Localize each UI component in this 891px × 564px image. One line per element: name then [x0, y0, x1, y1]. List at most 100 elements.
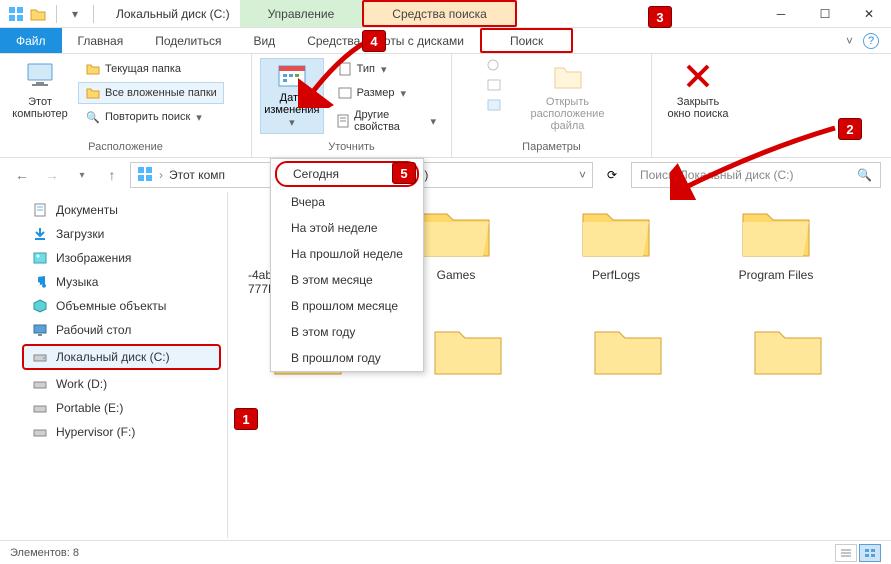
- breadcrumb-this-pc[interactable]: Этот комп: [169, 168, 225, 182]
- forward-button[interactable]: →: [40, 163, 64, 187]
- search-icon: 🔍: [857, 168, 872, 182]
- folder-item[interactable]: [568, 320, 688, 386]
- callout-3: 3: [648, 6, 672, 28]
- up-button[interactable]: ↑: [100, 163, 124, 187]
- back-button[interactable]: ←: [10, 163, 34, 187]
- drive-icon: [32, 349, 48, 365]
- date-modified-menu: Сегодня Вчера На этой неделе На прошлой …: [270, 158, 424, 372]
- item-count: Элементов: 8: [10, 547, 79, 559]
- group-location-label: Расположение: [8, 139, 243, 157]
- folder-item[interactable]: [408, 320, 528, 386]
- type-filter-button[interactable]: Тип▾: [330, 58, 443, 80]
- this-pc-button[interactable]: Этот компьютер: [8, 58, 72, 120]
- nav-pictures[interactable]: Изображения: [0, 246, 227, 270]
- advanced-icon: [486, 78, 502, 95]
- folder-item[interactable]: PerfLogs: [556, 202, 676, 296]
- tab-search[interactable]: Поиск: [480, 28, 573, 53]
- nav-documents[interactable]: Документы: [0, 198, 227, 222]
- monitor-icon: [24, 60, 56, 92]
- all-subfolders-button[interactable]: Все вложенные папки: [78, 82, 224, 104]
- close-search-button[interactable]: Закрыть окно поиска: [660, 58, 736, 120]
- folder-icon: [591, 320, 665, 378]
- help-icon[interactable]: ?: [863, 33, 879, 49]
- nav-downloads[interactable]: Загрузки: [0, 222, 227, 246]
- cube-icon: [32, 298, 48, 314]
- other-props-button[interactable]: Другие свойства▾: [330, 106, 443, 136]
- callout-1: 1: [234, 408, 258, 430]
- drive-icon: [32, 376, 48, 392]
- folder-icon: [419, 202, 493, 260]
- folder-icon: [739, 202, 813, 260]
- drive-icon: [32, 424, 48, 440]
- menu-last-month[interactable]: В прошлом месяце: [271, 293, 423, 319]
- nav-hypervisor-f[interactable]: Hypervisor (F:): [0, 420, 227, 444]
- qat-dropdown-icon[interactable]: ▾: [67, 6, 83, 22]
- folder-label: Program Files: [716, 268, 836, 282]
- desktop-icon: [32, 322, 48, 338]
- current-folder-button[interactable]: Текущая папка: [78, 58, 224, 80]
- menu-this-month[interactable]: В этом месяце: [271, 267, 423, 293]
- size-filter-button[interactable]: Размер▾: [330, 82, 443, 104]
- menu-yesterday[interactable]: Вчера: [271, 189, 423, 215]
- search-again-icon: 🔍: [85, 109, 101, 125]
- minimize-button[interactable]: ─: [759, 0, 803, 28]
- open-folder-icon: [552, 60, 584, 92]
- nav-work-d[interactable]: Work (D:): [0, 372, 227, 396]
- save-search-icon: [486, 98, 502, 115]
- folder-icon: [431, 320, 505, 378]
- navigation-bar: ← → ▾ ↑ › Этот комп ___ иск (C:) ˅ ⟳ Пои…: [0, 158, 891, 192]
- folder-item[interactable]: [728, 320, 848, 386]
- nav-portable-e[interactable]: Portable (E:): [0, 396, 227, 420]
- search-box[interactable]: Поиск: Локальный диск (C:) 🔍: [631, 162, 881, 188]
- folders-stack-icon: [85, 85, 101, 101]
- context-tab-search-tools[interactable]: Средства поиска: [362, 0, 517, 27]
- folder-small-icon[interactable]: [30, 6, 46, 22]
- window-title: Локальный диск (C:): [106, 7, 240, 21]
- folder-icon: [579, 202, 653, 260]
- menu-this-week[interactable]: На этой неделе: [271, 215, 423, 241]
- nav-desktop[interactable]: Рабочий стол: [0, 318, 227, 342]
- size-icon: [337, 85, 353, 101]
- close-x-icon: [682, 60, 714, 92]
- repeat-search-button[interactable]: 🔍Повторить поиск▾: [78, 106, 224, 128]
- callout-4: 4: [362, 30, 386, 52]
- recent-locations-button[interactable]: ▾: [70, 163, 94, 187]
- nav-local-disk-c[interactable]: Локальный диск (C:): [22, 344, 221, 370]
- menu-last-year[interactable]: В прошлом году: [271, 345, 423, 371]
- search-placeholder: Поиск: Локальный диск (C:): [640, 168, 793, 182]
- folder-label: PerfLogs: [556, 268, 676, 282]
- folder-icon: [85, 61, 101, 77]
- refresh-button[interactable]: ⟳: [599, 168, 625, 182]
- context-tab-manage[interactable]: Управление: [240, 0, 363, 27]
- music-icon: [32, 274, 48, 290]
- nav-3d-objects[interactable]: Объемные объекты: [0, 294, 227, 318]
- tab-home[interactable]: Главная: [62, 28, 140, 53]
- tab-view[interactable]: Вид: [237, 28, 291, 53]
- close-button[interactable]: ✕: [847, 0, 891, 28]
- navigation-pane: Документы Загрузки Изображения Музыка Об…: [0, 192, 228, 538]
- ribbon: Этот компьютер Текущая папка Все вложенн…: [0, 54, 891, 158]
- view-details-button[interactable]: [835, 544, 857, 562]
- document-icon: [32, 202, 48, 218]
- tab-share[interactable]: Поделиться: [139, 28, 237, 53]
- drive-icon: [137, 166, 153, 185]
- title-bar: ▾ Локальный диск (C:) Управление Средств…: [0, 0, 891, 28]
- app-icon: [8, 6, 24, 22]
- nav-music[interactable]: Музыка: [0, 270, 227, 294]
- menu-last-week[interactable]: На прошлой неделе: [271, 241, 423, 267]
- ribbon-minimize-icon[interactable]: ˅: [846, 34, 853, 48]
- maximize-button[interactable]: ☐: [803, 0, 847, 28]
- date-modified-button[interactable]: Дата изменения ▾: [260, 58, 324, 134]
- callout-2: 2: [838, 118, 862, 140]
- properties-icon: [337, 113, 350, 129]
- menu-this-year[interactable]: В этом году: [271, 319, 423, 345]
- folder-item[interactable]: Program Files: [716, 202, 836, 296]
- recent-icon: [486, 58, 502, 75]
- drive-icon: [32, 400, 48, 416]
- tab-file[interactable]: Файл: [0, 28, 62, 53]
- group-refine-label: Уточнить: [260, 139, 443, 157]
- view-icons-button[interactable]: [859, 544, 881, 562]
- folder-icon: [751, 320, 825, 378]
- open-location-button: Открыть расположение файла: [518, 58, 618, 132]
- download-icon: [32, 226, 48, 242]
